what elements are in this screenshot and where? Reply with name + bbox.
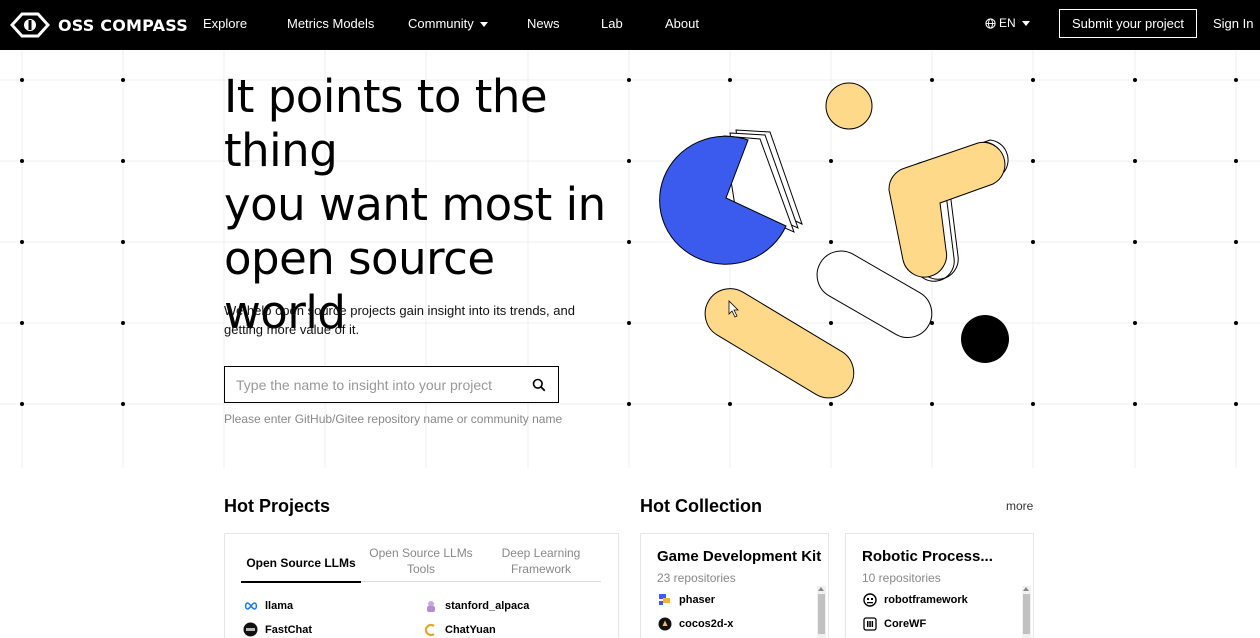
hero-title-line: thing [224,124,338,177]
repo-name: CoreWF [884,617,927,630]
globe-icon [985,17,996,29]
brand-logo[interactable]: OSS COMPASS [10,10,188,40]
alpaca-icon [423,598,438,613]
collection-title: Game Development Kit [657,548,822,565]
hero-title-line: you want most in [224,178,606,231]
submit-project-button[interactable]: Submit your project [1059,9,1197,38]
tab-open-source-llms-tools[interactable]: Open Source LLMs Tools [366,544,476,582]
project-item[interactable]: ChatYuan [423,622,496,637]
chevron-down-icon [479,22,488,28]
hot-collection-title: Hot Collection [640,496,762,516]
project-name: FastChat [265,623,313,636]
nav-lab[interactable]: Lab [601,16,623,31]
top-nav: OSS COMPASS Explore Metrics Models Commu… [0,0,1260,50]
compass-logo-icon [10,12,50,38]
scroll-up-arrow-icon[interactable] [1023,587,1029,591]
collection-title: Robotic Process... [862,548,993,565]
nav-metrics-models[interactable]: Metrics Models [287,16,374,31]
collection-card[interactable]: Robotic Process... 10 repositories robot… [845,533,1034,638]
scrollbar[interactable] [817,586,826,638]
phaser-icon [657,592,672,607]
nav-news[interactable]: News [527,16,560,31]
hot-projects-card: Open Source LLMs Open Source LLMs Tools … [224,533,619,638]
hero-illustration [659,82,1009,399]
scrollbar-thumb[interactable] [1023,594,1030,634]
tab-open-source-llms[interactable]: Open Source LLMs [241,544,361,583]
repo-name: robotframework [884,593,968,606]
hero-title: It points to the thing you want most in … [224,70,624,340]
repo-item[interactable]: CoreWF [862,616,926,631]
hot-projects-tabs: Open Source LLMs Open Source LLMs Tools … [241,544,601,583]
hot-projects-title: Hot Projects [224,496,331,516]
brand-name: OSS COMPASS [58,15,188,35]
nav-explore[interactable]: Explore [203,16,247,31]
collection-count: 10 repositories [862,571,941,585]
chevron-down-icon [1021,20,1030,26]
chatyuan-icon [423,622,438,637]
robot-icon [862,592,877,607]
nav-community-label: Community [408,16,474,31]
search-box [224,366,559,403]
collection-count: 23 repositories [657,571,736,585]
repo-item[interactable]: cocos2d-x [657,616,733,631]
search-hint: Please enter GitHub/Gitee repository nam… [224,412,563,426]
hero-title-line: It points to the [224,70,548,123]
lmsys-icon [243,622,258,637]
scrollbar-thumb[interactable] [818,594,825,634]
language-label: EN [999,16,1016,30]
hero-subtitle: We help open source projects gain insigh… [224,303,575,337]
project-item[interactable]: FastChat [243,622,312,637]
cocos-icon [657,616,672,631]
sign-in-link[interactable]: Sign In [1213,16,1253,31]
repo-item[interactable]: robotframework [862,592,968,607]
repo-name: phaser [679,593,716,606]
collection-card[interactable]: Game Development Kit 23 repositories pha… [640,533,829,638]
project-name: llama [265,599,294,612]
search-icon[interactable] [520,367,558,402]
corewf-icon [862,616,877,631]
project-name: stanford_alpaca [445,599,530,612]
repo-name: cocos2d-x [679,617,734,630]
project-item[interactable]: stanford_alpaca [423,598,529,613]
nav-about[interactable]: About [665,16,699,31]
scroll-up-arrow-icon[interactable] [818,587,824,591]
search-input[interactable] [225,376,520,393]
nav-community[interactable]: Community [408,16,488,31]
more-link[interactable]: more [1006,499,1033,513]
hero-grid-background [0,50,1260,468]
meta-infinity-icon [243,598,258,613]
scrollbar[interactable] [1022,586,1031,638]
project-name: ChatYuan [445,623,496,636]
repo-item[interactable]: phaser [657,592,715,607]
project-item[interactable]: llama [243,598,293,613]
language-selector[interactable]: EN [985,16,1030,30]
tab-deep-learning-framework[interactable]: Deep Learning Framework [486,544,596,582]
